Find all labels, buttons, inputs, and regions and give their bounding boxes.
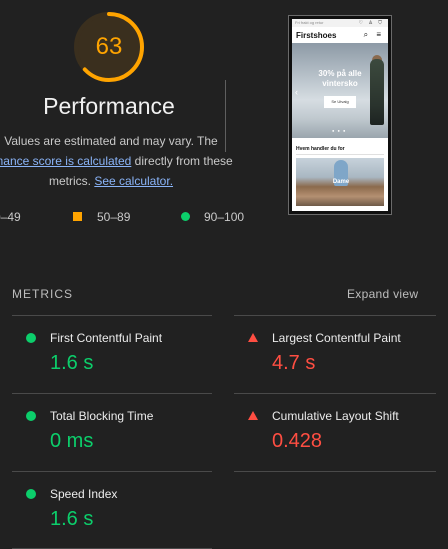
site-search-menu-icon: ⌕ ≡ (363, 30, 384, 39)
description-line-3-text: metrics. (48, 174, 95, 188)
metric-divider (234, 393, 436, 394)
final-screenshot: Fri frakt og retur ♡ ♙ ⛉ Firstshoes ⌕ ≡ … (292, 19, 388, 211)
legend-pass-range: 90–100 (204, 210, 245, 224)
metric-divider (12, 315, 212, 316)
fail-triangle-icon (248, 333, 258, 342)
metric-label-fcp: First Contentful Paint (50, 331, 163, 345)
carousel-dots: ● ● ● (332, 128, 347, 133)
score-calculated-link[interactable]: rmance score is calculated (0, 154, 131, 168)
see-calculator-link[interactable]: See calculator. (94, 174, 173, 188)
metric-label-si: Speed Index (50, 487, 118, 501)
hero-button: Se Utvalg (324, 96, 356, 108)
legend-average-range: 50–89 (97, 210, 131, 224)
metric-value-si: 1.6 s (50, 508, 94, 530)
fail-triangle-icon (248, 411, 258, 420)
hero-headline: 30% på alle vintersko (318, 69, 362, 88)
performance-score: 63 (95, 33, 123, 60)
pass-circle-icon (26, 489, 36, 499)
metric-label-lcp: Largest Contentful Paint (272, 331, 401, 345)
legend-pass-circle-icon (181, 212, 190, 221)
metric-label-tbt: Total Blocking Time (50, 409, 154, 423)
carousel-prev-icon: ‹ (295, 87, 298, 97)
metric-divider (234, 471, 436, 472)
description-line-1: Values are estimated and may vary. The (4, 134, 218, 148)
metric-divider (234, 315, 436, 316)
metric-value-fcp: 1.6 s (50, 352, 94, 374)
site-section-divider (296, 154, 384, 155)
metric-divider (12, 471, 212, 472)
category-card-label: Dame (332, 179, 350, 185)
description-line-3: metrics. See calculator. (0, 171, 266, 191)
description-line-2-text: directly from these (131, 154, 233, 168)
site-section-title: Hvem handler du for (296, 146, 345, 152)
site-brand-logo: Firstshoes (296, 31, 337, 40)
score-description: Values are estimated and may vary. The r… (0, 131, 266, 191)
metrics-heading: METRICS (12, 287, 73, 301)
metric-label-cls: Cumulative Layout Shift (272, 409, 399, 423)
legend-fail-range: 0–49 (0, 210, 21, 224)
site-header-icons: ♡ ♙ ⛉ (358, 20, 384, 26)
description-line-2: rmance score is calculated directly from… (0, 151, 266, 171)
expand-view-toggle[interactable]: Expand view (347, 287, 418, 301)
metric-value-lcp: 4.7 s (272, 352, 316, 374)
category-title: Performance (43, 93, 175, 119)
metric-value-tbt: 0 ms (50, 430, 94, 452)
hero-person (370, 59, 384, 125)
site-top-bar-text: Fri frakt og retur (295, 20, 324, 25)
metric-value-cls: 0.428 (272, 430, 323, 452)
metric-divider (12, 393, 212, 394)
pass-circle-icon (26, 411, 36, 421)
pass-circle-icon (26, 333, 36, 343)
legend-average-square-icon (73, 212, 82, 221)
